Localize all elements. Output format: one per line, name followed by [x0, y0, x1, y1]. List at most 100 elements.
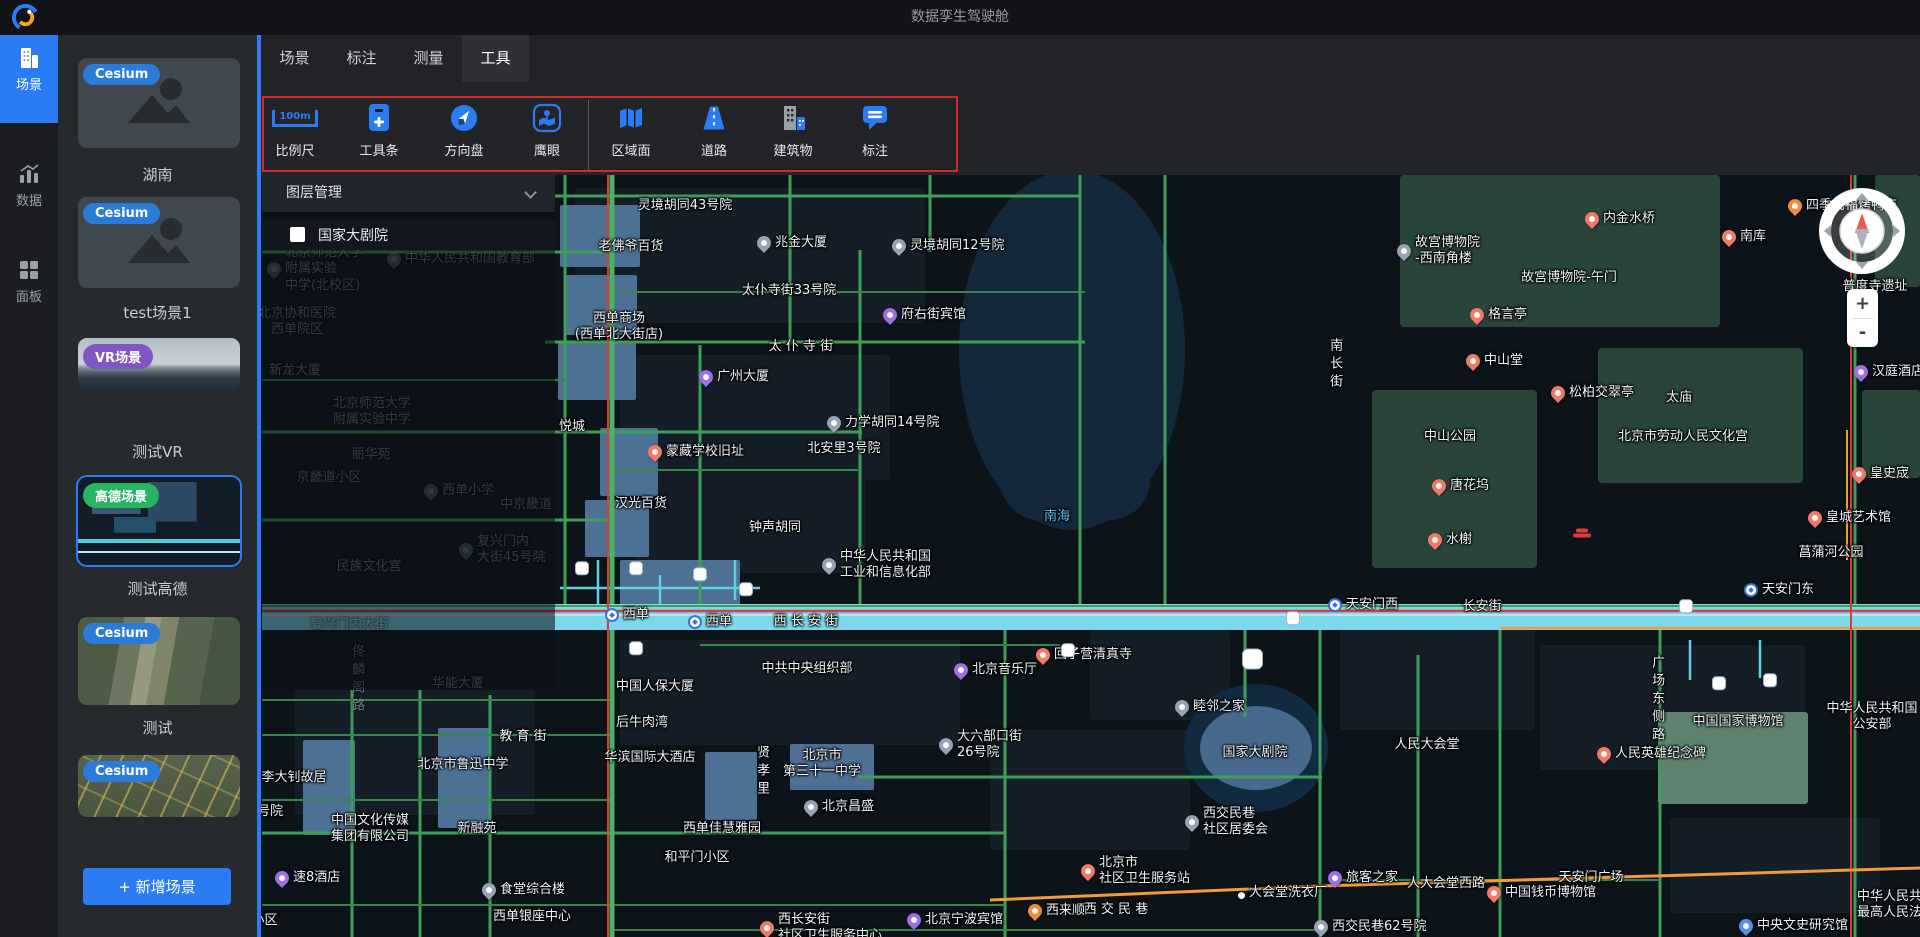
map-poi[interactable]: 西交民巷62号院: [1314, 919, 1427, 935]
zoom-control: + -: [1847, 289, 1878, 347]
add-scene-button[interactable]: + 新增场景: [83, 868, 231, 905]
metro-station-marker[interactable]: [1061, 643, 1075, 657]
metro-station-marker[interactable]: [1712, 676, 1726, 690]
map-poi[interactable]: 人民英雄纪念碑: [1597, 746, 1706, 762]
tiananmen-gate-icon[interactable]: [1573, 529, 1591, 539]
map-poi[interactable]: 松柏交翠亭: [1551, 385, 1634, 401]
toolbar-item-工具条[interactable]: 工具条: [341, 96, 417, 172]
metro-station-marker[interactable]: [693, 567, 707, 581]
map-poi[interactable]: 汉庭酒店: [1854, 364, 1920, 380]
map-text-label: 华滨国际大酒店: [604, 750, 695, 766]
map-poi[interactable]: 回子营清真寺: [1036, 647, 1132, 663]
map-poi[interactable]: 中华人民共和国 工业和信息化部: [822, 549, 931, 582]
scene-thumbnail[interactable]: VR场景: [78, 338, 240, 390]
tab-测量[interactable]: 测量: [395, 35, 462, 82]
map-poi[interactable]: 大六部口街 26号院: [939, 729, 1022, 762]
map-poi[interactable]: 灵境胡同12号院: [892, 238, 1005, 254]
map-poi[interactable]: 故宫博物院 -西南角楼: [1397, 235, 1480, 268]
tab-工具[interactable]: 工具: [462, 35, 529, 82]
map-label-text: 内金水桥: [1603, 211, 1655, 227]
map-poi[interactable]: 西单: [605, 607, 649, 623]
metro-station-marker[interactable]: [575, 561, 589, 575]
map-poi[interactable]: 北京昌盛: [804, 799, 874, 815]
map-label-text: 力学胡同14号院: [845, 415, 940, 431]
layer-checkbox[interactable]: [290, 227, 305, 242]
map-poi[interactable]: 西长安街 社区卫生服务中心: [760, 912, 882, 937]
map-poi[interactable]: 唐花坞: [1432, 478, 1489, 494]
map-poi[interactable]: 西单: [688, 614, 732, 630]
map-poi[interactable]: 广州大厦: [699, 369, 769, 385]
map-poi[interactable]: 中国钱币博物馆: [1487, 885, 1596, 901]
map-poi[interactable]: 睦邻之家: [1175, 699, 1245, 715]
sidebar-item-label: 数据: [0, 190, 58, 209]
scene-card[interactable]: Cesium: [78, 197, 240, 288]
map-label-text: 北安里3号院: [807, 441, 880, 456]
metro-station-marker[interactable]: [1763, 673, 1777, 687]
map-label-text: 南长街: [1327, 338, 1342, 392]
map-poi[interactable]: 皇城艺术馆: [1808, 510, 1891, 526]
scene-card[interactable]: Cesium: [78, 617, 240, 705]
map-poi[interactable]: 天安门西: [1328, 597, 1398, 613]
map-label-text: 旅客之家: [1346, 870, 1398, 886]
scene-thumbnail[interactable]: Cesium: [78, 755, 240, 817]
scene-thumbnail[interactable]: Cesium: [78, 197, 240, 288]
scene-card[interactable]: Cesium: [78, 755, 240, 817]
tab-标注[interactable]: 标注: [328, 35, 395, 82]
map-poi[interactable]: 北京市 社区卫生服务站: [1081, 855, 1190, 888]
toolbar-item-区域面[interactable]: 区域面: [593, 96, 669, 172]
toolbar-item-方向盘[interactable]: 方向盘: [426, 96, 502, 172]
map-poi[interactable]: 水榭: [1428, 532, 1472, 548]
map-canvas[interactable]: 灵境胡同43号院老佛爷百货兆金大厦灵境胡同12号院太仆寺街33号院西单商场 (西…: [261, 175, 1920, 937]
map-poi[interactable]: 中山堂: [1466, 353, 1523, 369]
scene-thumbnail[interactable]: Cesium: [78, 617, 240, 705]
zoom-out-button[interactable]: -: [1847, 318, 1878, 347]
metro-station-marker[interactable]: [629, 641, 643, 655]
map-poi[interactable]: 格言亭: [1470, 307, 1527, 323]
map-poi[interactable]: 大会堂洗衣厂: [1238, 885, 1327, 901]
scene-card[interactable]: VR场景: [78, 338, 240, 390]
map-poi[interactable]: 兆金大厦: [757, 235, 827, 251]
map-poi[interactable]: 蒙藏学校旧址: [648, 444, 744, 460]
metro-station-marker[interactable]: [739, 582, 753, 596]
scene-thumbnail[interactable]: Cesium: [78, 58, 240, 148]
page-title: 数据孪生驾驶舱: [0, 0, 1920, 35]
panel-icon: [0, 259, 58, 281]
map-poi[interactable]: 皇史宬: [1852, 466, 1909, 482]
metro-station-marker[interactable]: [1679, 599, 1693, 613]
toolbar-item-建筑物[interactable]: 建筑物: [755, 96, 831, 172]
sidebar-item-panel[interactable]: 面板: [0, 247, 58, 317]
map-poi[interactable]: 中央文史研究馆: [1739, 918, 1848, 934]
sidebar-item-scene[interactable]: 场景: [0, 35, 58, 123]
toolbar-item-比例尺[interactable]: 100m比例尺: [257, 96, 333, 172]
map-poi[interactable]: 内金水桥: [1585, 211, 1655, 227]
overview-map-icon: [509, 96, 585, 140]
map-poi[interactable]: 速8酒店: [275, 870, 340, 886]
scene-thumbnail[interactable]: 高德场景: [78, 477, 240, 565]
metro-station-marker[interactable]: [1286, 611, 1300, 625]
map-poi[interactable]: 天安门东: [1744, 582, 1814, 598]
chevron-down-icon[interactable]: [524, 186, 537, 199]
map-pin-icon: [757, 918, 777, 937]
metro-station-marker[interactable]: [1242, 648, 1263, 669]
map-poi[interactable]: 食堂综合楼: [482, 882, 565, 898]
map-label-text: 天安门广场: [1558, 870, 1623, 885]
toolbar-item-标注[interactable]: 标注: [837, 96, 913, 172]
map-poi[interactable]: 力学胡同14号院: [827, 415, 940, 431]
map-poi[interactable]: 北京宁波宾馆: [907, 912, 1003, 928]
scene-card[interactable]: Cesium: [78, 58, 240, 148]
zoom-in-button[interactable]: +: [1847, 289, 1878, 318]
sidebar-item-data[interactable]: 数据: [0, 151, 58, 221]
map-pin-icon: [951, 660, 971, 680]
map-poi[interactable]: 西来顺: [1028, 903, 1085, 919]
tab-场景[interactable]: 场景: [261, 35, 328, 82]
toolbar-item-鹰眼[interactable]: 鹰眼: [509, 96, 585, 172]
map-poi[interactable]: 府右街宾馆: [883, 307, 966, 323]
map-poi[interactable]: 北京音乐厅: [954, 662, 1037, 678]
map-poi[interactable]: 西交民巷 社区居委会: [1185, 806, 1268, 839]
scene-card[interactable]: 高德场景: [78, 477, 240, 565]
metro-station-marker[interactable]: [629, 561, 643, 575]
toolbar-item-道路[interactable]: 道路: [676, 96, 752, 172]
map-poi[interactable]: 南库: [1722, 229, 1766, 245]
map-poi[interactable]: 旅客之家: [1328, 870, 1398, 886]
compass-control[interactable]: [1814, 183, 1910, 279]
